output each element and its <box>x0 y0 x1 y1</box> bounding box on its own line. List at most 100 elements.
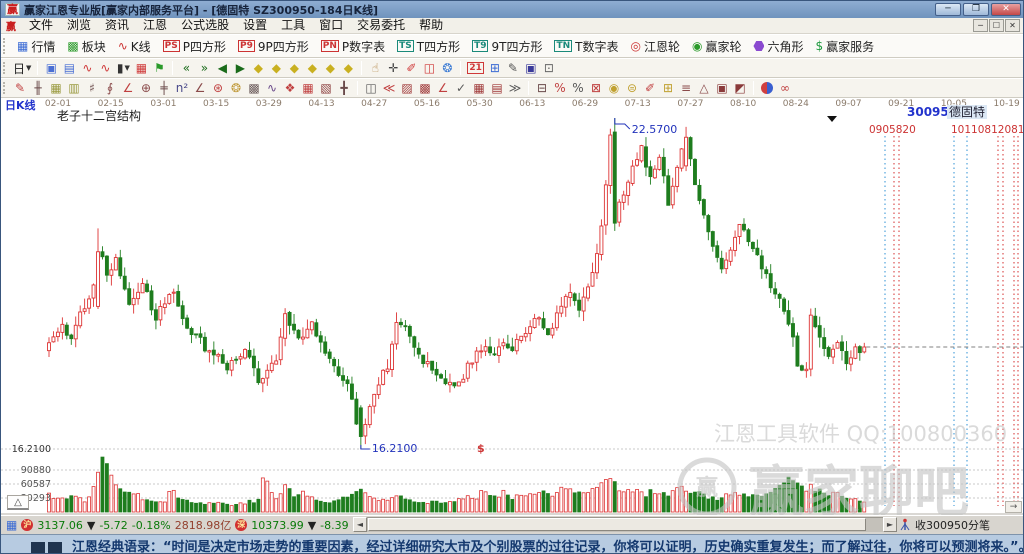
gann-wheel-button[interactable]: ◎ 江恩轮 <box>624 36 686 57</box>
shade-box-tool-button[interactable]: ▨ <box>398 80 416 97</box>
tick-mode-label[interactable]: 收300950分笔 <box>915 517 990 533</box>
save-button[interactable]: ▣ <box>522 60 540 77</box>
menu-公式选股[interactable]: 公式选股 <box>174 18 236 32</box>
angle-fan-tool-button[interactable]: ∠ <box>434 80 452 97</box>
notebook-button[interactable]: ✎ <box>504 60 522 77</box>
p-number-table-button[interactable]: PN P数字表 <box>315 36 391 57</box>
t-number-table-button[interactable]: TN T数字表 <box>548 36 624 57</box>
fib-lines-tool-button[interactable]: ≡ <box>677 80 695 97</box>
menu-资讯[interactable]: 资讯 <box>98 18 136 32</box>
candle-style-button[interactable]: ▮ ▼ <box>114 60 132 77</box>
menu-文件[interactable]: 文件 <box>22 18 60 32</box>
calendar-button[interactable]: 21 <box>465 60 486 77</box>
wave-tool-button[interactable]: ∿ <box>263 80 281 97</box>
gann-window-button[interactable]: ◫ <box>420 60 438 77</box>
split-window-tool-button[interactable]: ◫ <box>362 80 380 97</box>
trend-tool-button[interactable]: ✐ <box>402 60 420 77</box>
prev-bar-button[interactable]: ◀ <box>213 60 231 77</box>
grid-sheet-tool-button[interactable]: ▦ <box>470 80 488 97</box>
menu-窗口[interactable]: 窗口 <box>312 18 350 32</box>
first-bar-button[interactable]: « <box>177 60 195 77</box>
scrollbar-thumb[interactable] <box>368 518 866 531</box>
menu-江恩[interactable]: 江恩 <box>136 18 174 32</box>
toolbar-grip[interactable] <box>3 38 7 54</box>
compress-right-button[interactable]: ◆ <box>267 60 285 77</box>
expand-left-button[interactable]: ◆ <box>285 60 303 77</box>
toolbar-grip[interactable] <box>3 61 7 75</box>
period-daily-button[interactable]: 日 ▼ <box>11 60 33 77</box>
last-bar-button[interactable]: » <box>195 60 213 77</box>
pane-toggle-button[interactable]: △ <box>7 495 29 510</box>
dark-grid-tool-button[interactable]: ▩ <box>245 80 263 97</box>
snapshot-button[interactable]: ⊡ <box>540 60 558 77</box>
menu-设置[interactable]: 设置 <box>236 18 274 32</box>
sun-tool-button[interactable]: ❂ <box>227 80 245 97</box>
menu-交易委托[interactable]: 交易委托 <box>350 18 412 32</box>
price-mark-tool-button[interactable]: ✐ <box>641 80 659 97</box>
crosshair-button[interactable]: ✛ <box>384 60 402 77</box>
close-button[interactable]: ✕ <box>991 3 1021 16</box>
child-close-button[interactable]: ✕ <box>1005 19 1020 32</box>
scroll-right-button[interactable]: → <box>1005 501 1022 513</box>
p9-square-button[interactable]: P9 9P四方形 <box>232 36 315 57</box>
next-bar-button[interactable]: ▶ <box>231 60 249 77</box>
infinity-button[interactable]: ∞ <box>776 80 794 97</box>
percent-retrace-tool-button[interactable]: % <box>551 80 569 97</box>
restore-button[interactable]: ❐ <box>963 3 989 16</box>
quote-grid-icon[interactable]: ▦ <box>6 518 17 532</box>
zigzag-red-icon[interactable]: ∿ <box>78 60 96 77</box>
chart-window-icon[interactable]: ▣ <box>42 60 60 77</box>
n-square-tool-button[interactable]: n² <box>173 80 191 97</box>
grid-sheet2-tool-button[interactable]: ▤ <box>488 80 506 97</box>
kline-button[interactable]: ∿ K线 <box>112 36 157 57</box>
fan-circle-tool-button[interactable]: ⊛ <box>209 80 227 97</box>
expand-both-button[interactable]: ◆ <box>339 60 357 77</box>
gann-table-icon[interactable]: ▦ <box>132 60 150 77</box>
slash-lines-tool-button[interactable]: ≫ <box>506 80 524 97</box>
p-square-button[interactable]: PS P四方形 <box>157 36 232 57</box>
measure-cross-tool-button[interactable]: ╋ <box>335 80 353 97</box>
expand-right-button[interactable]: ◆ <box>303 60 321 77</box>
winner-service-button[interactable]: $ 赢家服务 <box>809 36 880 57</box>
flag-ruler-tool-button[interactable]: ♯ <box>83 80 101 97</box>
angle-ruler-tool-button[interactable]: ∠ <box>119 80 137 97</box>
kline-chart[interactable]: 江恩工具软件 QQ:100800360 赢家聊吧 赢 02-01 02-15 03-01 0… <box>1 98 1024 524</box>
chart-scrollbar[interactable]: ◄ ► <box>353 517 897 532</box>
spider-tool-button[interactable]: ❖ <box>281 80 299 97</box>
dark-zone-tool-button[interactable]: ▣ <box>713 80 731 97</box>
t9-square-button[interactable]: T9 9T四方形 <box>466 36 548 57</box>
compress-left-button[interactable]: ◆ <box>249 60 267 77</box>
price-grid2-tool-button[interactable]: ▥ <box>65 80 83 97</box>
dark-box-tool-button[interactable]: ▩ <box>416 80 434 97</box>
child-minimize-button[interactable]: ─ <box>973 19 988 32</box>
menu-浏览[interactable]: 浏览 <box>60 18 98 32</box>
time-grid-tool-button[interactable]: ╪ <box>155 80 173 97</box>
chart-area[interactable]: 江恩工具软件 QQ:100800360 赢家聊吧 赢 02-01 02-15 03-01 0… <box>1 98 1024 524</box>
quotes-button[interactable]: ▦ 行情 <box>11 36 61 57</box>
golden-circle-tool-button[interactable]: ◉ <box>605 80 623 97</box>
wedge-tool-button[interactable]: △ <box>695 80 713 97</box>
minimize-button[interactable]: ─ <box>935 3 961 16</box>
scrollbar-left-arrow[interactable]: ◄ <box>353 517 367 532</box>
board-icon[interactable]: ▤ <box>60 60 78 77</box>
check-tool-button[interactable]: ✓ <box>452 80 470 97</box>
t-square-button[interactable]: TS T四方形 <box>391 36 466 57</box>
cycle-circle-tool-button[interactable]: ⊕ <box>137 80 155 97</box>
menu-帮助[interactable]: 帮助 <box>412 18 450 32</box>
compress-both-button[interactable]: ◆ <box>321 60 339 77</box>
analysis-button[interactable]: ❂ <box>438 60 456 77</box>
zigzag-red2-icon[interactable]: ∿ <box>96 60 114 77</box>
red-grid-tool-button[interactable]: ▦ <box>299 80 317 97</box>
pie-wheel-button[interactable] <box>758 80 776 97</box>
gann-angle-tool-button[interactable]: ∠ <box>191 80 209 97</box>
flag-chart-icon[interactable]: ⚑ <box>150 60 168 77</box>
calculator-button[interactable]: ⊞ <box>486 60 504 77</box>
sectors-button[interactable]: ▩ 板块 <box>61 36 111 57</box>
menu-工具[interactable]: 工具 <box>274 18 312 32</box>
hatch-grid-tool-button[interactable]: ▧ <box>317 80 335 97</box>
ratio-table-tool-button[interactable]: ⊟ <box>533 80 551 97</box>
child-restore-button[interactable]: ☐ <box>989 19 1004 32</box>
price-grid-tool-button[interactable]: ▦ <box>47 80 65 97</box>
hand-tool-button[interactable]: ☝ <box>366 60 384 77</box>
winner-wheel-button[interactable]: ◉ 赢家轮 <box>686 36 748 57</box>
